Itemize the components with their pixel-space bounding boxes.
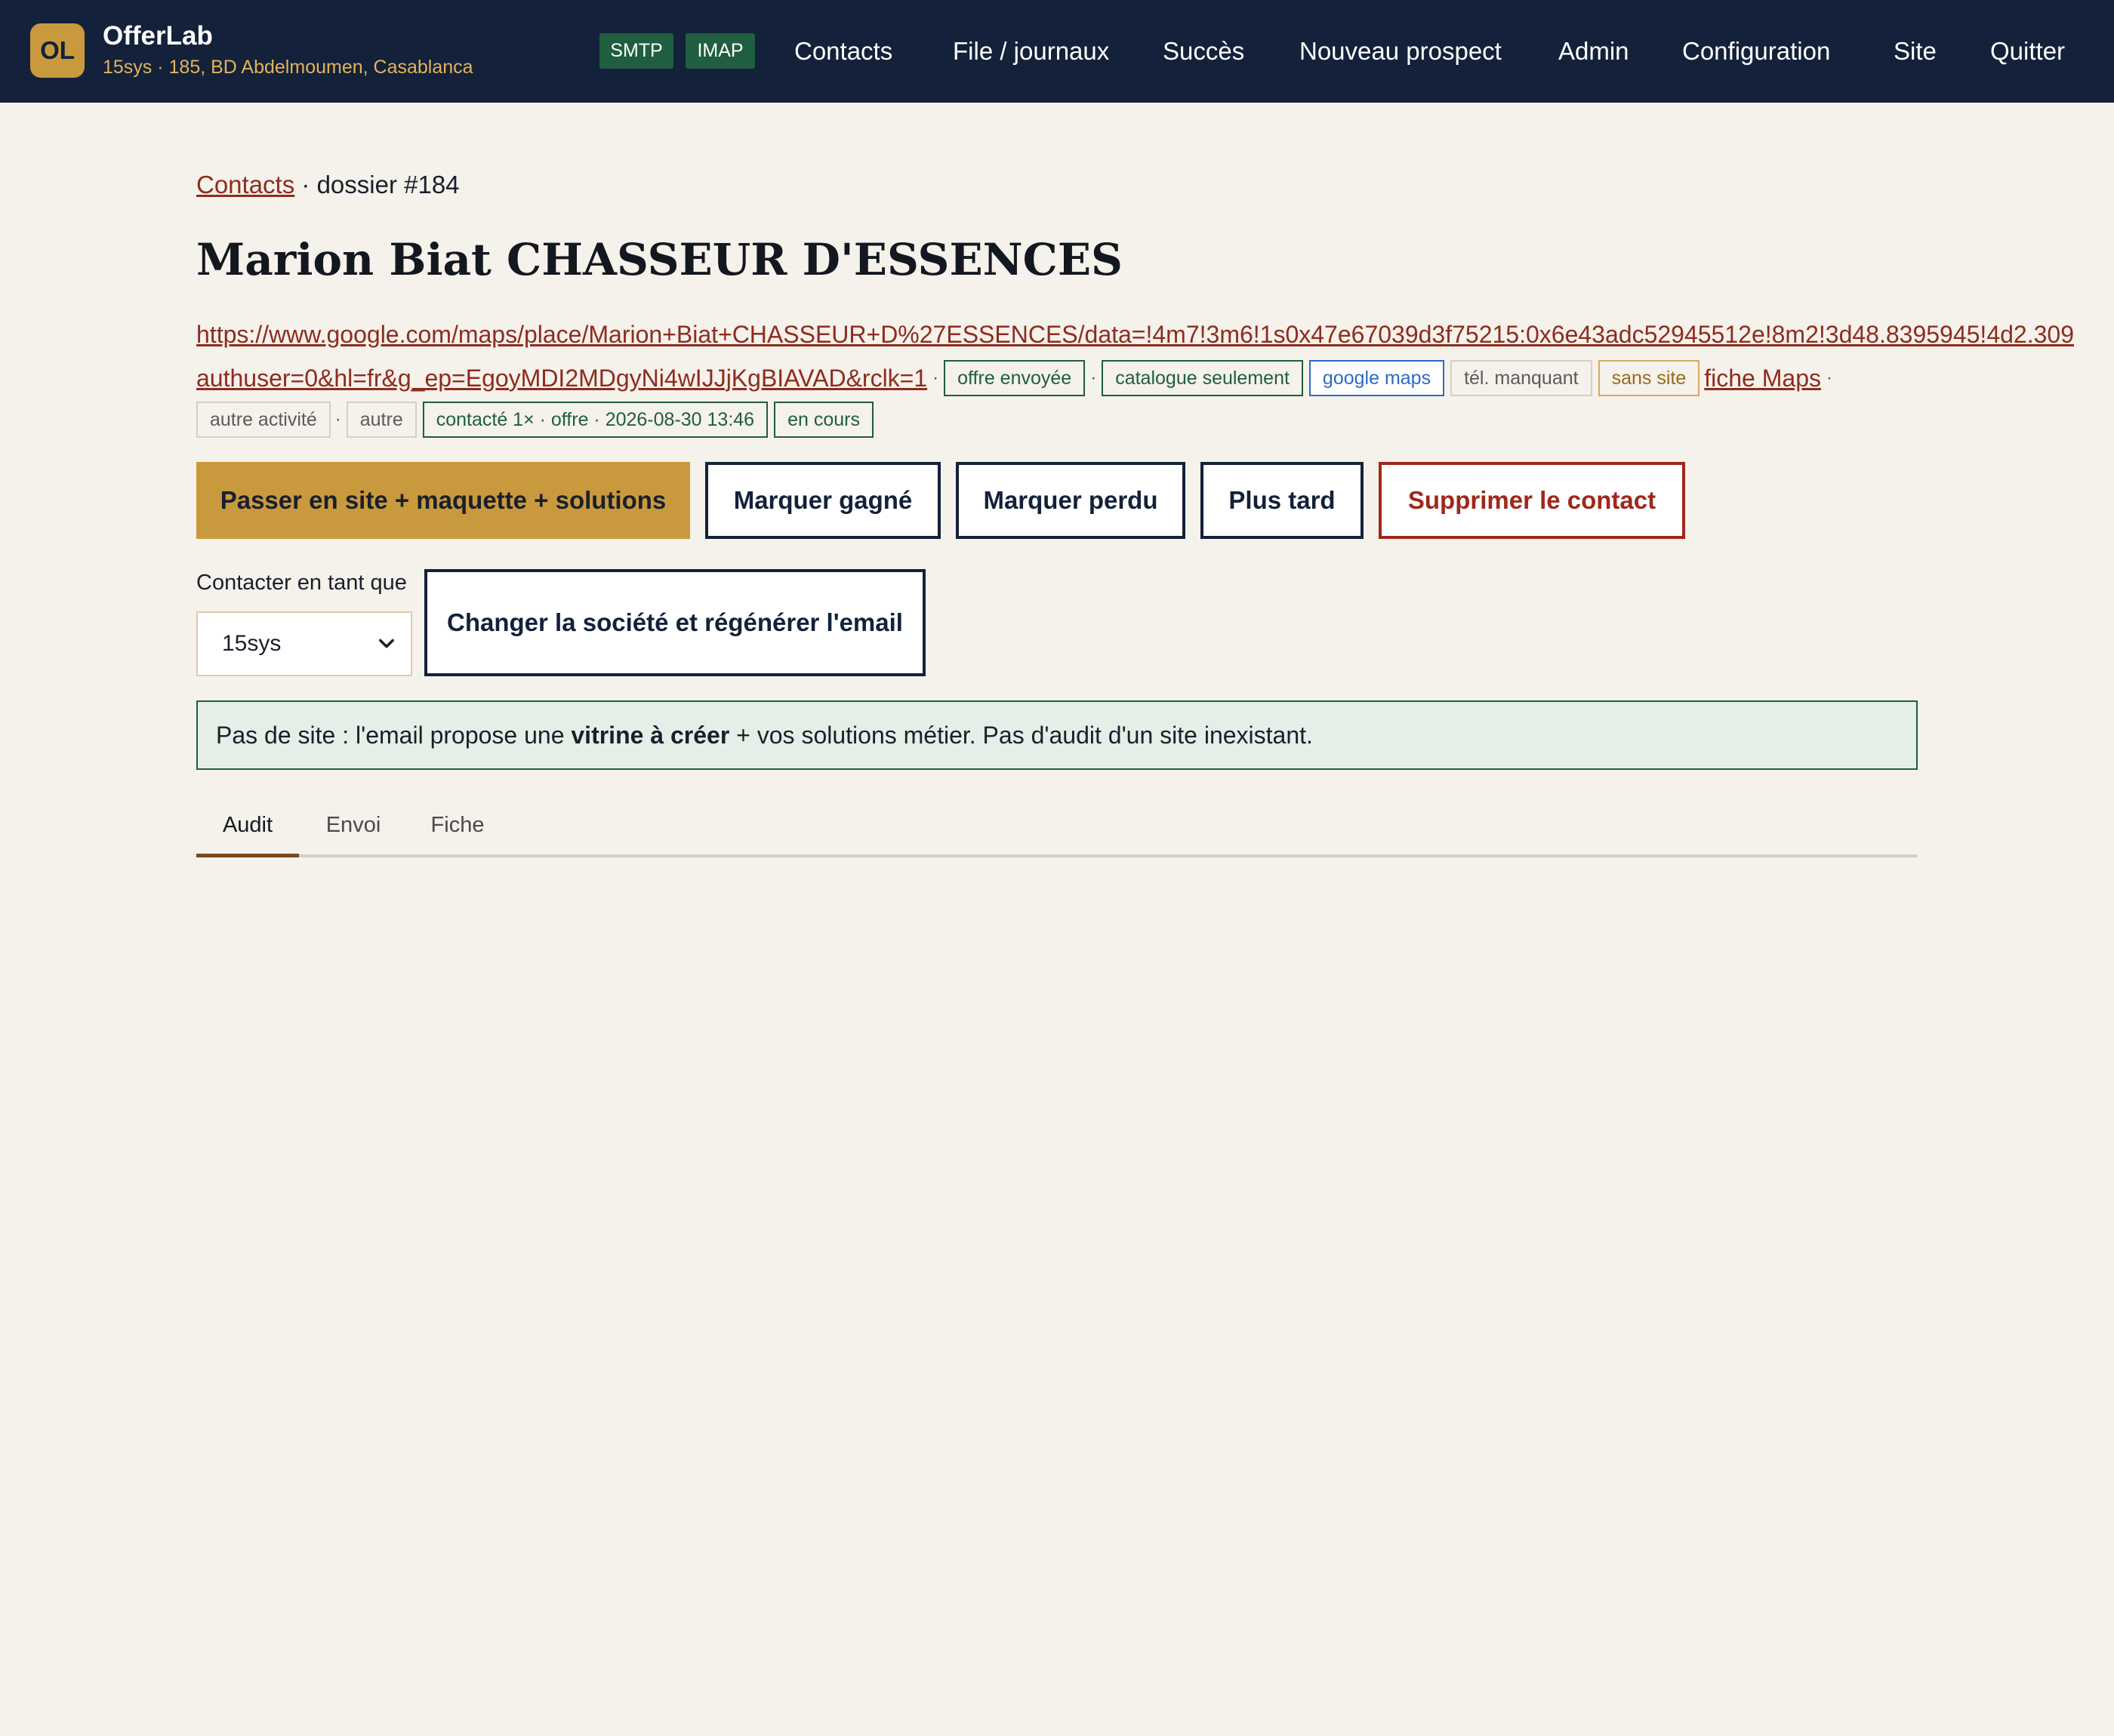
fiche-maps-link[interactable]: fiche Maps <box>1704 365 1821 392</box>
tag-status: en cours <box>774 402 874 438</box>
tag-activity: autre activité <box>196 402 331 438</box>
notice-text-end: + vos solutions métier. Pas d'audit d'un… <box>729 721 1313 749</box>
chevron-down-icon <box>379 639 394 648</box>
tags-row-2: autre activité · autre contacté 1× · off… <box>196 401 880 439</box>
separator-dot: · <box>1090 368 1097 388</box>
tab-fiche[interactable]: Fiche <box>411 793 504 857</box>
nav-configuration[interactable]: Configuration <box>1682 33 1830 69</box>
separator-dot: · <box>334 409 341 429</box>
maps-url-link[interactable]: https://www.google.com/maps/place/Marion… <box>196 321 2074 348</box>
tag-sans-site: sans site <box>1598 360 1700 396</box>
breadcrumb-separator: · <box>301 171 310 199</box>
breadcrumb-current: dossier #184 <box>316 171 460 199</box>
tag-catalogue-seulement: catalogue seulement <box>1102 360 1303 396</box>
notice-text-bold: vitrine à créer <box>571 721 730 749</box>
convert-to-site-button[interactable]: Passer en site + maquette + solutions <box>196 462 690 539</box>
nav-admin[interactable]: Admin <box>1558 33 1629 69</box>
nav-quitter[interactable]: Quitter <box>1990 33 2065 69</box>
maps-url-link-continued[interactable]: authuser=0&hl=fr&g_ep=EgoyMDI2MDgyNi4wIJ… <box>196 365 927 392</box>
tag-offre-envoyee: offre envoyée <box>944 360 1086 396</box>
contact-as-label: Contacter en tant que <box>196 571 407 595</box>
nav-site[interactable]: Site <box>1894 33 1937 69</box>
tab-envoi[interactable]: Envoi <box>308 793 399 857</box>
imap-status-badge: IMAP <box>686 33 755 69</box>
tab-audit[interactable]: Audit <box>196 793 299 857</box>
app-logo[interactable]: OL <box>30 23 85 78</box>
company-address: 15sys · 185, BD Abdelmoumen, Casablanca <box>103 57 473 78</box>
detail-tabs: Audit Envoi Fiche <box>196 793 1918 857</box>
tags-row-1: authuser=0&hl=fr&g_ep=EgoyMDI2MDgyNi4wIJ… <box>196 359 1838 397</box>
app-name: OfferLab <box>103 21 213 51</box>
mark-lost-button[interactable]: Marquer perdu <box>956 462 1185 539</box>
tag-category: autre <box>346 402 417 438</box>
separator-dot: · <box>932 368 939 388</box>
top-navbar: OL OfferLab 15sys · 185, BD Abdelmoumen,… <box>0 0 2114 103</box>
no-site-notice: Pas de site : l'email propose une vitrin… <box>196 700 1918 770</box>
breadcrumb-contacts-link[interactable]: Contacts <box>196 171 294 199</box>
later-button[interactable]: Plus tard <box>1200 462 1364 539</box>
tag-tel-manquant: tél. manquant <box>1450 360 1592 396</box>
breadcrumb: Contacts · dossier #184 <box>196 171 460 199</box>
company-select-value: 15sys <box>222 631 282 656</box>
delete-contact-button[interactable]: Supprimer le contact <box>1379 462 1685 539</box>
regenerate-email-button[interactable]: Changer la société et régénérer l'email <box>424 569 926 676</box>
company-select[interactable]: 15sys <box>196 611 412 676</box>
notice-text-start: Pas de site : l'email propose une <box>216 721 572 749</box>
tag-contact-history: contacté 1× · offre · 2026-08-30 13:46 <box>422 402 769 438</box>
smtp-status-badge: SMTP <box>599 33 673 69</box>
nav-nouveau-prospect[interactable]: Nouveau prospect <box>1299 33 1502 69</box>
separator-dot: · <box>1826 368 1832 388</box>
maps-url-line-1: https://www.google.com/maps/place/Marion… <box>196 321 2114 357</box>
nav-contacts[interactable]: Contacts <box>794 33 892 69</box>
nav-succes[interactable]: Succès <box>1163 33 1244 69</box>
page-title: Marion Biat CHASSEUR D'ESSENCES <box>196 234 1123 285</box>
nav-file-journaux[interactable]: File / journaux <box>953 33 1109 69</box>
mark-won-button[interactable]: Marquer gagné <box>705 462 941 539</box>
tag-google-maps: google maps <box>1308 360 1445 396</box>
